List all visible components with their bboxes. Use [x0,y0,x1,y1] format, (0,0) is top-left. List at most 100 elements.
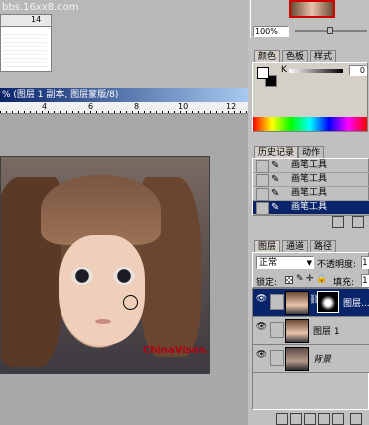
canvas-area[interactable]: ChinaVisen.c [0,114,248,425]
lock-pixels-icon[interactable]: ✎ [296,274,304,284]
eye-icon[interactable]: 👁 [255,322,268,336]
channel-slider-track[interactable] [289,69,343,73]
layer-name: 图层 1 [313,327,340,337]
layer-row[interactable]: 👁 图层 1 [253,317,369,345]
add-mask-icon[interactable] [290,413,302,425]
layer-name: 背景 [313,355,332,365]
layer-mask-thumbnail[interactable] [317,291,339,313]
adjustment-icon[interactable] [318,413,330,425]
eye-icon[interactable]: 👁 [255,350,268,364]
inactive-doc-ruler: 14 [1,15,51,27]
history-footer [252,216,369,228]
foreground-color-swatch[interactable] [257,67,269,79]
channel-value-field[interactable]: 0 [349,65,367,76]
history-snapshot-checkbox[interactable] [256,188,269,201]
brush-icon: ✎ [271,160,280,171]
brush-icon: ✎ [271,188,280,199]
history-item-label: 画笔工具 [291,174,328,184]
document-window[interactable]: % (图层 1 副本, 图层蒙版/8) 4 6 8 10 12 ChinaVis… [0,88,248,425]
document-title: % (图层 1 副本, 图层蒙版/8) [2,90,119,100]
layer-link-box[interactable] [270,350,284,366]
ruler-number: 12 [226,102,237,111]
history-item-label: 画笔工具 [291,202,328,212]
layer-row-selected[interactable]: 👁 ⛓ 图层... [253,289,369,317]
ruler-number: 4 [42,102,48,111]
chevron-down-icon: ▼ [306,259,312,267]
image-watermark: ChinaVisen.c [143,345,210,356]
history-item-label: 画笔工具 [291,188,328,198]
history-panel-tabs: 历史记录 动作 [254,146,366,159]
ruler-number: 8 [134,102,140,111]
fill-field[interactable]: 1 [361,274,369,287]
layer-thumbnail [285,347,309,371]
history-snapshot-checkbox[interactable] [256,174,269,187]
layers-panel-tabs: 图层 通道 路径 [254,240,366,253]
brush-icon: ✎ [271,174,280,185]
history-snapshot-checkbox[interactable] [256,160,269,173]
document-title-bar[interactable]: % (图层 1 副本, 图层蒙版/8) [0,88,248,102]
inactive-document[interactable]: 14 [0,14,52,72]
layer-link-box[interactable] [270,322,284,338]
opacity-field[interactable]: 1 [361,256,369,269]
brush-icon: ✎ [271,202,280,213]
layers-footer [252,410,369,425]
lock-all-icon[interactable]: 🔒 [316,274,327,284]
lock-position-icon[interactable]: ✛ [306,274,314,284]
brush-cursor [123,295,138,310]
channel-value: 0 [359,66,365,75]
history-item-selected[interactable]: ✎ 画笔工具 [253,201,369,215]
history-panel: 历史记录 动作 ✎ 画笔工具 ✎ 画笔工具 ✎ 画笔工具 ✎ 画笔工具 [250,140,369,228]
navigator-panel: 100% [250,0,369,38]
eye-icon[interactable]: 👁 [255,294,268,308]
photo-canvas[interactable]: ChinaVisen.c [0,156,210,374]
inactive-doc-canvas [3,31,47,69]
trash-icon[interactable] [350,413,362,425]
eye-left [71,267,93,285]
opacity-label: 不透明度: [317,260,357,270]
opacity-value: 1 [362,258,368,268]
lock-transparency-icon[interactable] [285,276,293,284]
fill-value: 1 [362,276,368,286]
ruler-number: 6 [88,102,94,111]
new-snapshot-icon[interactable] [332,216,344,228]
eye-right [113,267,135,285]
site-watermark: bbs.16xx8.com [2,2,79,13]
history-snapshot-checkbox[interactable] [256,202,269,215]
navigator-zoom-value: 100% [255,27,278,36]
new-layer-icon[interactable] [332,413,344,425]
layers-controls: 正常 ▼ 不透明度: 1 锁定: ✎ ✛ 🔒 填充: 1 [252,252,369,288]
layer-row[interactable]: 👁 背景 [253,345,369,373]
new-set-icon[interactable] [304,413,316,425]
history-item[interactable]: ✎ 画笔工具 [253,159,369,173]
color-spectrum-bar[interactable] [253,117,367,131]
history-list: ✎ 画笔工具 ✎ 画笔工具 ✎ 画笔工具 ✎ 画笔工具 [252,158,369,216]
layer-brush-indicator [270,294,284,310]
add-style-icon[interactable] [276,413,288,425]
trash-icon[interactable] [352,216,364,228]
navigator-zoom-slider[interactable] [295,27,367,34]
blend-mode-select[interactable]: 正常 ▼ [256,256,314,269]
lock-label: 锁定: [256,278,278,288]
history-item[interactable]: ✎ 画笔工具 [253,173,369,187]
history-item[interactable]: ✎ 画笔工具 [253,187,369,201]
channel-label: K [281,65,287,75]
layers-list: 👁 ⛓ 图层... 👁 图层 1 👁 背景 [252,288,369,410]
navigator-zoom-field[interactable]: 100% [253,26,289,37]
ruler-number: 10 [178,102,189,111]
navigator-thumbnail[interactable] [289,0,335,18]
layer-name: 图层... [343,299,369,309]
fill-label: 填充: [333,278,355,288]
color-panel-body: K 0 [252,62,368,132]
color-panel: 颜色 色板 样式 K 0 [250,40,369,136]
layer-thumbnail [285,291,309,315]
blend-mode-value: 正常 [259,258,278,268]
layers-panel: 图层 通道 路径 正常 ▼ 不透明度: 1 锁定: ✎ ✛ 🔒 填充: 1 👁 … [250,232,369,425]
inactive-ruler-number: 14 [31,15,42,24]
mouth [95,319,111,324]
layer-thumbnail [285,319,309,343]
horizontal-ruler: 4 6 8 10 12 [0,102,248,114]
face [59,235,145,345]
color-panel-tabs: 颜色 色板 样式 [254,50,366,63]
history-item-label: 画笔工具 [291,160,328,170]
navigator-slider-thumb[interactable] [327,27,333,34]
